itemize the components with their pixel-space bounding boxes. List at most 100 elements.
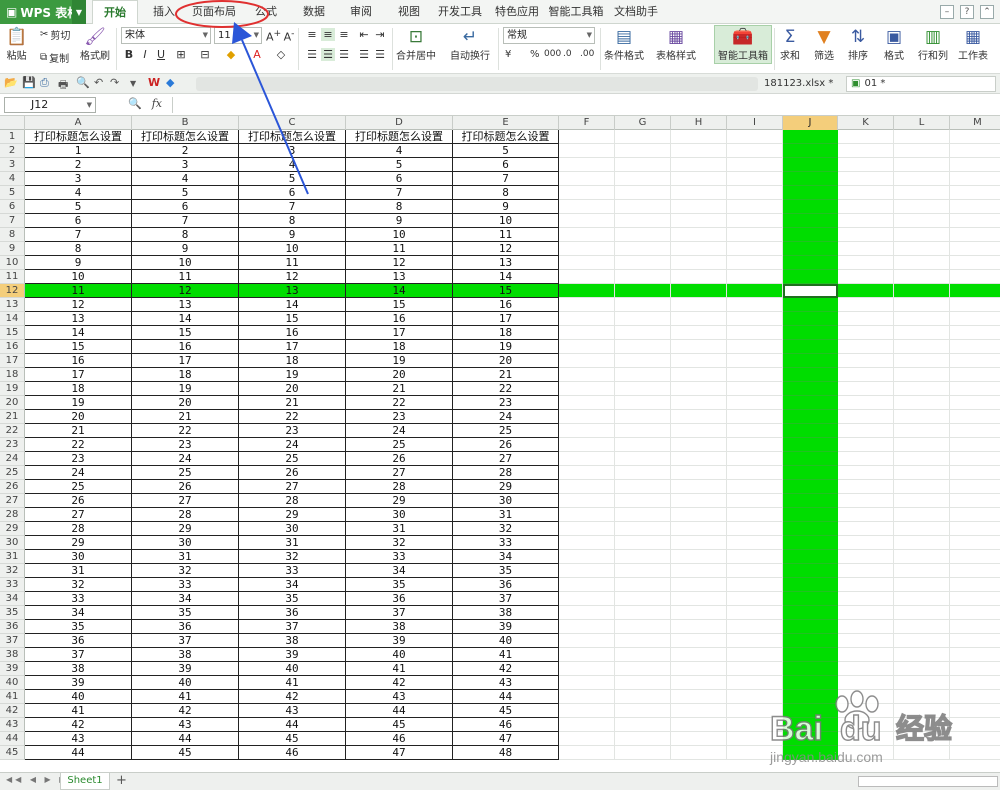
cell-E11[interactable]: 14: [453, 270, 559, 284]
cell-D33[interactable]: 35: [346, 578, 453, 592]
tab-9[interactable]: 智能工具箱: [546, 0, 606, 24]
cell-D12[interactable]: 14: [346, 284, 453, 298]
cell-I16[interactable]: [727, 340, 783, 354]
cell-D24[interactable]: 26: [346, 452, 453, 466]
cell-A7[interactable]: 6: [25, 214, 132, 228]
cell-M29[interactable]: [950, 522, 1000, 536]
cell-H30[interactable]: [671, 536, 727, 550]
cell-K37[interactable]: [838, 634, 894, 648]
cell-F1[interactable]: [559, 130, 615, 144]
row-header[interactable]: 41: [0, 690, 25, 704]
cell-H21[interactable]: [671, 410, 727, 424]
row-header[interactable]: 28: [0, 508, 25, 522]
cell-F38[interactable]: [559, 648, 615, 662]
cell-F15[interactable]: [559, 326, 615, 340]
cell-M4[interactable]: [950, 172, 1000, 186]
cell-E31[interactable]: 34: [453, 550, 559, 564]
cell-E8[interactable]: 11: [453, 228, 559, 242]
cell-M8[interactable]: [950, 228, 1000, 242]
cell-C27[interactable]: 28: [239, 494, 346, 508]
cell-G39[interactable]: [615, 662, 671, 676]
cell-B14[interactable]: 14: [132, 312, 239, 326]
cell-A31[interactable]: 30: [25, 550, 132, 564]
cell-L20[interactable]: [894, 396, 950, 410]
cell-G9[interactable]: [615, 242, 671, 256]
cell-C16[interactable]: 17: [239, 340, 346, 354]
cell-B34[interactable]: 34: [132, 592, 239, 606]
row-header[interactable]: 23: [0, 438, 25, 452]
cell-A24[interactable]: 23: [25, 452, 132, 466]
cell-B31[interactable]: 31: [132, 550, 239, 564]
cell-C5[interactable]: 6: [239, 186, 346, 200]
cell-K15[interactable]: [838, 326, 894, 340]
cell-I44[interactable]: [727, 732, 783, 746]
cell-L23[interactable]: [894, 438, 950, 452]
cell-J19[interactable]: [783, 382, 838, 396]
cell-F28[interactable]: [559, 508, 615, 522]
ribbon-collapse-icon[interactable]: ⌃: [980, 5, 994, 19]
row-header[interactable]: 25: [0, 466, 25, 480]
cell-D38[interactable]: 40: [346, 648, 453, 662]
cell-I31[interactable]: [727, 550, 783, 564]
cell-J9[interactable]: [783, 242, 838, 256]
cell-C42[interactable]: 43: [239, 704, 346, 718]
cell-E44[interactable]: 47: [453, 732, 559, 746]
cell-M19[interactable]: [950, 382, 1000, 396]
cell-I4[interactable]: [727, 172, 783, 186]
cell-F22[interactable]: [559, 424, 615, 438]
row-header[interactable]: 12: [0, 284, 25, 298]
cell-C12[interactable]: 13: [239, 284, 346, 298]
cell-K28[interactable]: [838, 508, 894, 522]
cell-I25[interactable]: [727, 466, 783, 480]
cell-M15[interactable]: [950, 326, 1000, 340]
cell-J44[interactable]: [783, 732, 838, 746]
cell-M27[interactable]: [950, 494, 1000, 508]
cell-L41[interactable]: [894, 690, 950, 704]
smart-toolbox-button[interactable]: 🧰 智能工具箱: [714, 25, 772, 64]
cell-E15[interactable]: 18: [453, 326, 559, 340]
row-header[interactable]: 9: [0, 242, 25, 256]
row-header[interactable]: 35: [0, 606, 25, 620]
cell-K32[interactable]: [838, 564, 894, 578]
cell-M20[interactable]: [950, 396, 1000, 410]
cell-F6[interactable]: [559, 200, 615, 214]
cell-H39[interactable]: [671, 662, 727, 676]
column-header-F[interactable]: F: [559, 116, 615, 130]
align-middle-icon[interactable]: ≡: [321, 28, 335, 41]
cell-K41[interactable]: [838, 690, 894, 704]
cell-J1[interactable]: [783, 130, 838, 144]
row-header[interactable]: 30: [0, 536, 25, 550]
cell-J5[interactable]: [783, 186, 838, 200]
cell-H5[interactable]: [671, 186, 727, 200]
cell-I37[interactable]: [727, 634, 783, 648]
cell-E12[interactable]: 15: [453, 284, 559, 298]
help-icon[interactable]: ?: [960, 5, 974, 19]
cell-I45[interactable]: [727, 746, 783, 760]
column-header-J[interactable]: J: [783, 116, 838, 130]
cell-L18[interactable]: [894, 368, 950, 382]
cell-D21[interactable]: 23: [346, 410, 453, 424]
cell-I30[interactable]: [727, 536, 783, 550]
cell-I6[interactable]: [727, 200, 783, 214]
cell-E42[interactable]: 45: [453, 704, 559, 718]
cell-M32[interactable]: [950, 564, 1000, 578]
tab-6[interactable]: 视图: [388, 0, 430, 24]
cell-D30[interactable]: 32: [346, 536, 453, 550]
cell-J12[interactable]: [783, 284, 838, 298]
cell-C20[interactable]: 21: [239, 396, 346, 410]
cell-G10[interactable]: [615, 256, 671, 270]
paste-button[interactable]: 📋 粘贴: [6, 27, 27, 62]
cell-M1[interactable]: [950, 130, 1000, 144]
row-header[interactable]: 16: [0, 340, 25, 354]
cell-D25[interactable]: 27: [346, 466, 453, 480]
cell-J25[interactable]: [783, 466, 838, 480]
row-header[interactable]: 43: [0, 718, 25, 732]
cell-G41[interactable]: [615, 690, 671, 704]
cell-I42[interactable]: [727, 704, 783, 718]
cell-F29[interactable]: [559, 522, 615, 536]
cell-L6[interactable]: [894, 200, 950, 214]
cell-B26[interactable]: 26: [132, 480, 239, 494]
cell-F43[interactable]: [559, 718, 615, 732]
conditional-format-button[interactable]: ▤ 条件格式: [604, 27, 644, 62]
cell-M37[interactable]: [950, 634, 1000, 648]
